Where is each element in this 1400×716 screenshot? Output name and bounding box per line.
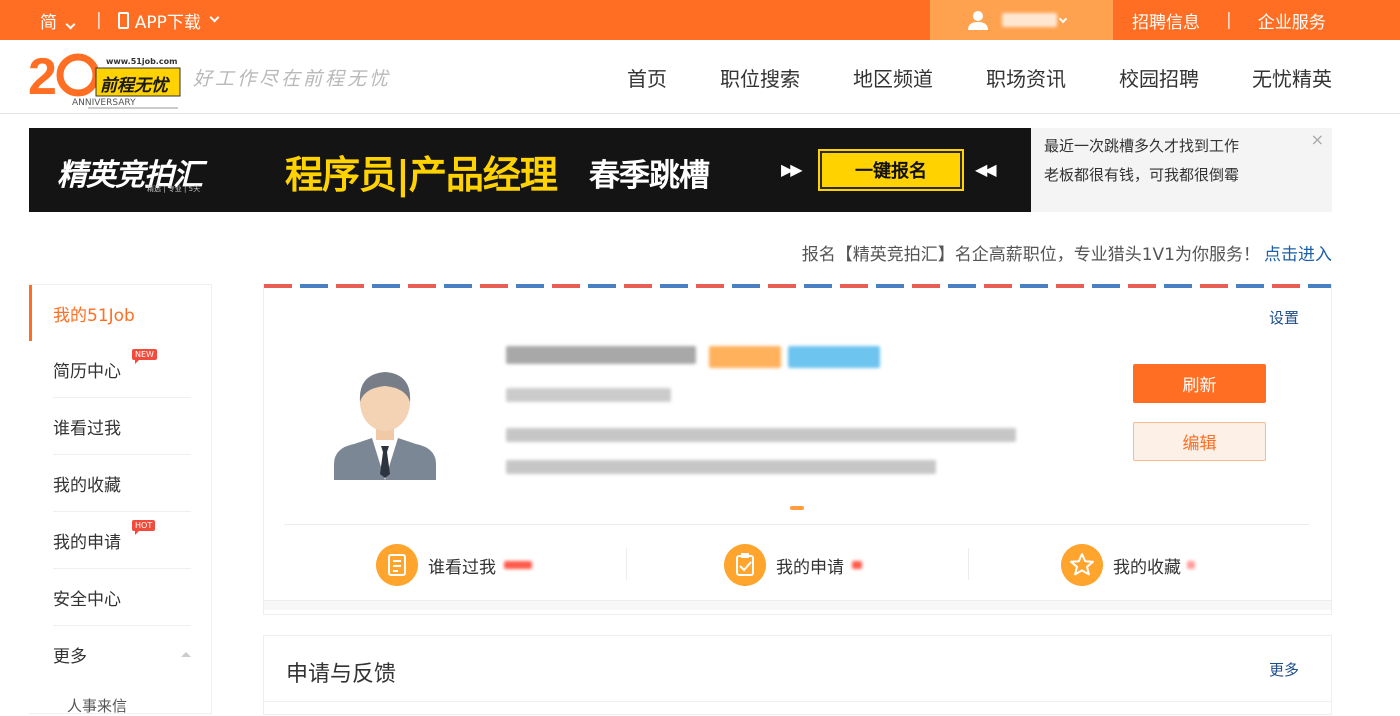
star-icon — [1061, 544, 1103, 586]
count-redacted — [1187, 561, 1195, 569]
nav-elite[interactable]: 无忧精英 — [1252, 63, 1332, 92]
user-menu[interactable] — [930, 0, 1113, 40]
ad-side-text[interactable]: 最近一次跳槽多久才找到工作 老板都很有钱，可我都很倒霉 × — [1031, 128, 1332, 212]
card-footer — [264, 600, 1331, 610]
close-icon[interactable]: × — [1311, 130, 1324, 150]
count-redacted — [852, 561, 862, 569]
svg-text:2: 2 — [28, 48, 57, 106]
sidebar: 我的51Job 简历中心 NEW 谁看过我 我的收藏 我的申请 HOT 安全中心… — [29, 284, 212, 716]
language-switch[interactable]: 简 — [40, 8, 76, 33]
logo-anniversary: ANNIVERSARY — [72, 98, 136, 108]
site-header: 2 www.51job.com 前程无忧 ANNIVERSARY 好工作尽在前程… — [0, 40, 1400, 114]
logo-brand: 前程无忧 — [100, 76, 168, 96]
resume-icon — [376, 544, 418, 586]
clipboard-check-icon — [724, 544, 766, 586]
chevron-down-icon — [209, 12, 220, 23]
user-icon — [968, 11, 988, 30]
profile-card: 设置 刷新 编辑 谁看过我 我的申请 我的收藏 — [263, 284, 1332, 615]
sidebar-subitem-hr-letters[interactable]: 人事来信 — [29, 683, 211, 716]
recruit-info-link[interactable]: 招聘信息 — [1132, 8, 1200, 33]
sidebar-item-label: 更多 — [53, 647, 87, 667]
stat-who-viewed[interactable]: 谁看过我 — [376, 542, 532, 588]
slogan: 好工作尽在前程无忧 — [193, 68, 392, 90]
promo-link[interactable]: 点击进入 — [1264, 245, 1332, 265]
username-redacted — [1002, 13, 1057, 27]
stat-favorites[interactable]: 我的收藏 — [1061, 542, 1195, 588]
sidebar-item-my51job[interactable]: 我的51Job — [29, 285, 211, 341]
refresh-button[interactable]: 刷新 — [1133, 364, 1266, 403]
more-link[interactable]: 更多 — [1269, 659, 1299, 680]
sidebar-item-label: 安全中心 — [53, 589, 121, 610]
arrow-left-icon: ◀◀ — [975, 160, 997, 179]
divider — [264, 701, 1331, 702]
nav-region[interactable]: 地区频道 — [853, 63, 933, 92]
logo[interactable]: 2 www.51job.com 前程无忧 ANNIVERSARY — [28, 48, 188, 110]
divider: | — [96, 10, 102, 30]
main-nav: 首页 职位搜索 地区频道 职场资讯 校园招聘 无忧精英 — [574, 40, 1332, 114]
sidebar-item-more[interactable]: 更多 — [53, 626, 191, 683]
top-bar-left: 简 | APP下载 — [40, 0, 220, 40]
promo-text: 报名【精英竞拍汇】名企高薪职位，专业猎头1V1为你服务！ — [801, 245, 1260, 265]
airmail-stripe — [264, 284, 1331, 288]
new-badge: NEW — [132, 349, 157, 364]
app-download-link[interactable]: APP下载 — [117, 8, 220, 33]
hot-badge: HOT — [132, 520, 156, 535]
logo-url: www.51job.com — [106, 57, 178, 66]
sidebar-item-applications[interactable]: 我的申请 HOT — [53, 512, 191, 569]
banner-signup-button[interactable]: 一键报名 — [818, 149, 964, 191]
divider: | — [1226, 10, 1232, 30]
sidebar-item-favorites[interactable]: 我的收藏 — [53, 455, 191, 512]
avatar[interactable] — [334, 360, 436, 480]
nav-campus[interactable]: 校园招聘 — [1119, 63, 1199, 92]
promo-line: 报名【精英竞拍汇】名企高薪职位，专业猎头1V1为你服务！ 点击进入 — [802, 240, 1332, 265]
ad-banner[interactable]: 精英竞拍汇 精选 | 专业 | 5天 程序员|产品经理 春季跳槽 ▶▶ 一键报名… — [29, 128, 1031, 212]
ad-line-2: 老板都很有钱，可我都很倒霉 — [1044, 166, 1240, 184]
section-title: 申请与反馈 — [286, 662, 397, 687]
banner-headline: 程序员|产品经理 — [285, 153, 558, 197]
divider — [968, 548, 969, 580]
chevron-down-icon — [1058, 14, 1068, 24]
count-redacted — [504, 561, 532, 569]
stat-label: 我的申请 — [776, 557, 844, 578]
chevron-up-icon — [181, 652, 191, 657]
arrow-right-icon: ▶▶ — [781, 160, 803, 179]
stat-label: 我的收藏 — [1113, 557, 1181, 578]
enterprise-service-link[interactable]: 企业服务 — [1258, 8, 1326, 33]
banner-subline: 春季跳槽 — [589, 158, 710, 194]
sidebar-item-security[interactable]: 安全中心 — [53, 569, 191, 626]
stat-label: 谁看过我 — [428, 557, 496, 578]
chevron-down-icon — [65, 19, 76, 29]
top-bar: 简 | APP下载 招聘信息 | 企业服务 — [0, 0, 1400, 40]
nav-job-search[interactable]: 职位搜索 — [720, 63, 800, 92]
phone-icon — [117, 11, 129, 29]
divider — [284, 524, 1309, 525]
sidebar-item-who-viewed[interactable]: 谁看过我 — [53, 398, 191, 455]
settings-link[interactable]: 设置 — [1269, 307, 1299, 328]
ad-line-1: 最近一次跳槽多久才找到工作 — [1044, 137, 1240, 155]
applications-feedback-section: 申请与反馈 更多 — [263, 635, 1332, 715]
stat-applications[interactable]: 我的申请 — [724, 542, 862, 588]
top-bar-right: 招聘信息 | 企业服务 — [1132, 0, 1326, 40]
sidebar-item-label: 简历中心 — [53, 361, 121, 382]
sidebar-item-resume-center[interactable]: 简历中心 NEW — [53, 341, 191, 398]
carousel-indicator[interactable] — [790, 506, 804, 510]
divider — [626, 548, 627, 580]
nav-career-news[interactable]: 职场资讯 — [986, 63, 1066, 92]
sidebar-item-label: 我的收藏 — [53, 475, 121, 496]
edit-button[interactable]: 编辑 — [1133, 422, 1266, 461]
sidebar-item-label: 谁看过我 — [53, 418, 121, 439]
banner-brand-sub: 精选 | 专业 | 5天 — [147, 185, 201, 193]
sidebar-item-label: 我的申请 — [53, 532, 121, 553]
nav-home[interactable]: 首页 — [627, 63, 667, 92]
